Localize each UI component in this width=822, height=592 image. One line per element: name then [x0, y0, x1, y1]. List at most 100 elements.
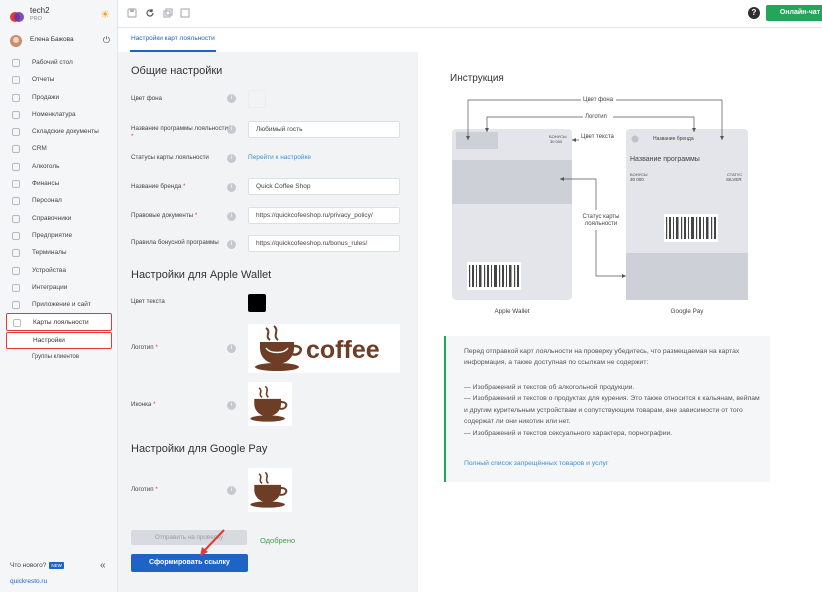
sidebar-item-label: Приложение и сайт	[32, 301, 91, 309]
sidebar-item-label: Номенклатура	[32, 110, 76, 118]
sun-icon[interactable]: ☀	[100, 9, 110, 21]
info-icon[interactable]: i	[227, 154, 236, 163]
icon-image[interactable]	[248, 382, 292, 426]
device-icon	[12, 266, 20, 275]
user-name: Елена Бажова	[30, 36, 74, 43]
brand[interactable]: tech2 PRO ☀	[8, 6, 112, 26]
window-icon[interactable]	[180, 8, 190, 18]
sidebar-item-label: Отчеты	[32, 76, 55, 84]
sidebar-item-label: CRM	[32, 145, 47, 153]
collapse-sidebar-icon[interactable]: «	[100, 560, 106, 571]
google-logo-label: Логотип *	[131, 486, 158, 493]
rules-label: Правила бонусной программы	[131, 239, 219, 246]
site-link[interactable]: quickresto.ru	[10, 578, 47, 585]
sidebar-item-dashboard[interactable]: Рабочий стол	[6, 54, 112, 71]
google-brand-name: Название бренда	[653, 136, 694, 142]
sidebar-item-nomenclature[interactable]: Номенклатура	[6, 106, 112, 123]
legal-docs-input[interactable]: https://quickcofeeshop.ru/privacy_policy…	[248, 207, 400, 224]
sidebar-item-alcohol[interactable]: Алкоголь	[6, 158, 112, 175]
tabs-bar: Настройки карт лояльности	[118, 28, 418, 52]
sidebar-item-warehouse[interactable]: Складские документы	[6, 123, 112, 140]
logo-image[interactable]: coffee	[248, 324, 400, 373]
sidebar-subitem-settings[interactable]: Настройки	[6, 331, 112, 349]
rules-input[interactable]: https://quickcofeeshop.ru/bonus_rules/	[248, 235, 400, 252]
sidebar-item-finance[interactable]: Финансы	[6, 175, 112, 192]
sidebar-item-label: Интеграции	[32, 283, 68, 291]
sidebar-item-terminals[interactable]: Терминалы	[6, 244, 112, 261]
brand-name: tech2	[30, 6, 50, 15]
google-logo-image[interactable]	[248, 468, 292, 512]
bg-color-swatch[interactable]	[248, 90, 266, 108]
info-icon[interactable]: i	[227, 344, 236, 353]
tab-loyalty-settings[interactable]: Настройки карт лояльности	[130, 28, 216, 52]
settings-form: Общие настройки Цвет фона i Название про…	[118, 52, 418, 592]
sidebar-item-reports[interactable]: Отчеты	[6, 71, 112, 88]
status-settings-link[interactable]: Перейти к настройке	[248, 154, 311, 161]
sidebar-item-label: Складские документы	[32, 128, 99, 136]
sidebar-item-label: Справочники	[32, 214, 72, 222]
info-icon[interactable]: i	[227, 401, 236, 410]
sidebar-item-integrations[interactable]: Интеграции	[6, 279, 112, 296]
dashboard-icon	[12, 59, 20, 67]
new-badge: NEW	[49, 562, 64, 569]
info-icon[interactable]: i	[227, 240, 236, 249]
text-color-swatch[interactable]	[248, 294, 266, 312]
tag-icon	[12, 110, 20, 119]
help-icon[interactable]: ?	[748, 7, 760, 19]
label-bg-color: Цвет фона	[582, 97, 615, 103]
info-icon[interactable]: i	[227, 212, 236, 221]
note-list: — Изображений и текстов об алкогольной п…	[464, 382, 764, 439]
user-profile[interactable]: Елена Бажова ⏻	[8, 34, 112, 48]
refresh-icon[interactable]	[145, 8, 155, 18]
bg-color-label: Цвет фона	[131, 95, 162, 102]
box-icon	[12, 128, 20, 137]
whats-new-link[interactable]: Что нового? NEW	[10, 562, 64, 569]
power-icon[interactable]: ⏻	[103, 35, 110, 45]
brand-label: Название бренда *	[131, 183, 186, 190]
cart-icon	[12, 93, 20, 102]
save-icon[interactable]	[127, 8, 137, 18]
instruction-panel: Инструкция Цвет фона Логотип Цвет текста…	[418, 28, 822, 592]
forbidden-list-link[interactable]: Полный список запрещённых товаров и услу…	[464, 460, 608, 467]
online-chat-button[interactable]: Онлайн-чат	[766, 5, 822, 21]
sidebar-item-label: Продажи	[32, 93, 60, 101]
generate-link-button[interactable]: Сформировать ссылку	[131, 554, 248, 572]
card-diagram	[452, 99, 748, 300]
warning-note: Перед отправкой карт лояльности на прове…	[444, 336, 770, 482]
copy-icon[interactable]	[163, 8, 173, 18]
legal-label: Правовые документы *	[131, 212, 198, 219]
book-icon	[12, 214, 20, 223]
sidebar-item-references[interactable]: Справочники	[6, 210, 112, 227]
star-icon	[12, 145, 20, 154]
coffee-cup-icon	[255, 325, 302, 371]
approved-status: Одобрено	[260, 536, 296, 545]
info-icon[interactable]: i	[227, 183, 236, 192]
logo-wordmark: coffee	[306, 336, 380, 364]
info-icon[interactable]: i	[227, 94, 236, 103]
program-name-label: Название программы лояльности *	[131, 125, 228, 140]
google-pay-caption: Google Pay	[670, 308, 704, 315]
label-logo: Логотип	[584, 114, 608, 120]
globe-icon	[12, 301, 20, 310]
topbar: ? Онлайн-чат	[118, 0, 822, 28]
info-icon[interactable]: i	[227, 486, 236, 495]
brand-logo-icon	[10, 12, 24, 22]
sidebar-item-sales[interactable]: Продажи	[6, 89, 112, 106]
sidebar-item-label: Алкоголь	[32, 162, 60, 170]
send-for-review-button[interactable]: Отправить на проверку	[131, 530, 247, 545]
google-bonus-value: 30 000	[630, 177, 644, 182]
avatar	[10, 35, 22, 47]
apple-bonus-value: 30 000	[550, 139, 563, 144]
brand-name-input[interactable]: Quick Coffee Shop	[248, 178, 400, 195]
sidebar-item-crm[interactable]: CRM	[6, 140, 112, 157]
sidebar-item-staff[interactable]: Персонал	[6, 192, 112, 209]
info-icon[interactable]: i	[227, 125, 236, 134]
section-title-google: Настройки для Google Pay	[131, 443, 268, 455]
card-icon	[13, 319, 21, 328]
sidebar-item-app-site[interactable]: Приложение и сайт	[6, 296, 112, 313]
sidebar-item-devices[interactable]: Устройства	[6, 262, 112, 279]
sidebar-item-loyalty-cards[interactable]: Карты лояльности	[6, 313, 112, 331]
sidebar-subitem-client-groups[interactable]: Группы клиентов	[6, 349, 112, 366]
program-name-input[interactable]: Любимый гость	[248, 121, 400, 138]
sidebar-item-enterprise[interactable]: Предприятие	[6, 227, 112, 244]
